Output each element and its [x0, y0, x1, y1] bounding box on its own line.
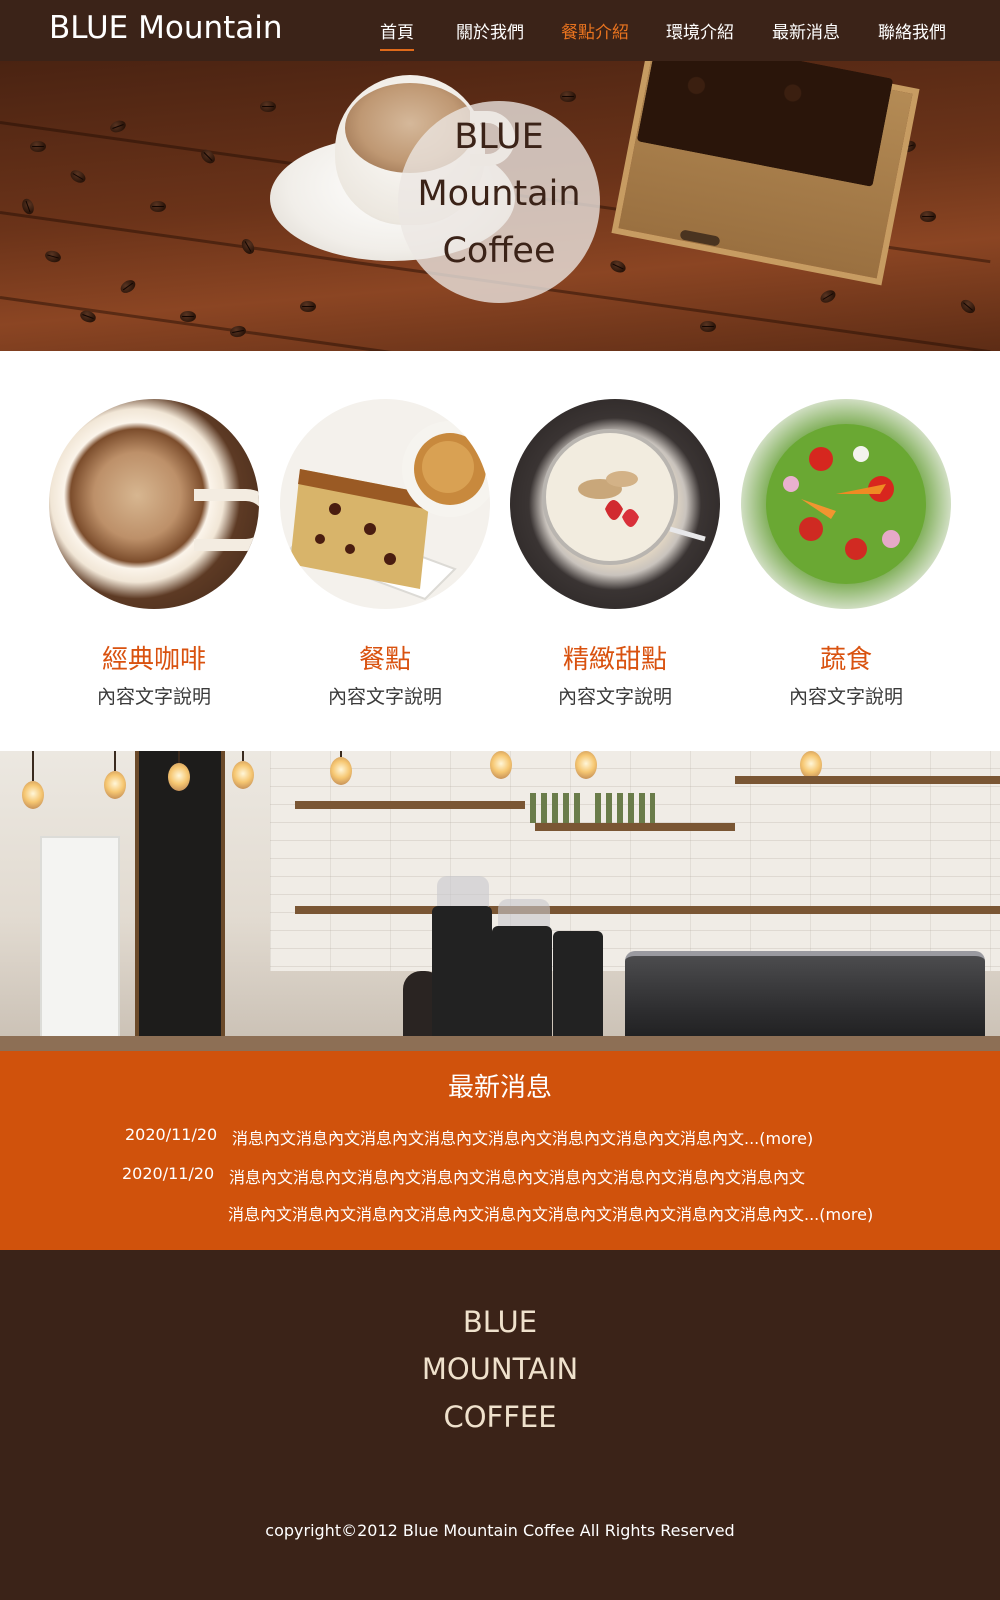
service-image-dessert[interactable]: [510, 399, 720, 609]
bottles: [530, 793, 585, 823]
service-desc-dessert: 內容文字說明: [557, 686, 672, 708]
coffee-bean: [700, 321, 716, 332]
wall-shelf: [295, 906, 1000, 914]
coffee-bean: [260, 101, 276, 112]
light-bulb: [168, 763, 190, 791]
light-bulb: [800, 751, 822, 779]
bulb-cord: [178, 751, 180, 763]
copyright-text: copyright©2012 Blue Mountain Coffee All …: [265, 1521, 735, 1540]
light-bulb: [104, 771, 126, 799]
service-title-coffee: 經典咖啡: [101, 645, 206, 675]
yogurt-bowl-icon: [542, 429, 706, 565]
footer-logo-line-3: COFFEE: [443, 1400, 557, 1434]
light-bulb: [232, 761, 254, 789]
hero-banner: BLUE Mountain Coffee: [0, 61, 1000, 351]
light-bulb: [490, 751, 512, 779]
nav-menu[interactable]: 餐點介紹: [561, 18, 629, 43]
wood-plank-line: [0, 296, 991, 351]
news-more-link[interactable]: (more): [759, 1129, 813, 1148]
coffee-bean: [108, 118, 128, 135]
news-section: 最新消息 2020/11/20 消息內文消息內文消息內文消息內文消息內文消息內文…: [0, 1051, 1000, 1250]
news-item-text: 消息內文消息內文消息內文消息內文消息內文消息內文消息內文消息內文...(more…: [232, 1125, 813, 1149]
bottles: [595, 793, 655, 823]
hero-title-line-3: Coffee: [442, 231, 556, 271]
news-date: 2020/11/20: [125, 1125, 218, 1144]
coffee-grinder: [492, 926, 552, 1051]
nav-home[interactable]: 首頁: [380, 18, 414, 51]
door: [40, 836, 120, 1051]
service-image-vegetarian[interactable]: [741, 399, 951, 609]
brick-wall: [270, 751, 1000, 971]
cake-photo-icon: [288, 421, 490, 601]
coffee-bean: [608, 258, 628, 275]
top-navbar: BLUE Mountain 首頁 關於我們 餐點介紹 環境介紹 最新消息 聯絡我…: [0, 0, 1000, 61]
news-item-text: 消息內文消息內文消息內文消息內文消息內文消息內文消息內文消息內文消息內文...(…: [228, 1201, 873, 1225]
coffee-bean: [150, 201, 166, 212]
coffee-bean: [180, 311, 196, 322]
light-bulb: [22, 781, 44, 809]
news-date: 2020/11/20: [122, 1164, 215, 1183]
nav-contact[interactable]: 聯絡我們: [878, 18, 946, 43]
service-image-coffee[interactable]: [49, 399, 259, 609]
service-desc-coffee: 內容文字說明: [96, 686, 211, 708]
hero-title-line-1: BLUE: [454, 117, 544, 157]
bulb-cord: [242, 751, 244, 761]
wall-shelf: [295, 801, 525, 809]
cafe-interior-photo: [0, 751, 1000, 1051]
nav-about[interactable]: 關於我們: [456, 18, 524, 43]
light-bulb: [575, 751, 597, 779]
salad-photo-icon: [766, 424, 926, 584]
footer-logo-line-1: BLUE: [462, 1305, 538, 1339]
brand-logo[interactable]: BLUE Mountain: [49, 10, 283, 46]
news-more-link[interactable]: (more): [819, 1205, 873, 1224]
wall-shelf: [535, 823, 735, 831]
service-title-vegetarian: 蔬食: [819, 645, 872, 675]
coffee-bean: [300, 301, 316, 312]
footer-logo-line-2: MOUNTAIN: [421, 1352, 579, 1386]
nav-news[interactable]: 最新消息: [772, 18, 840, 43]
service-desc-vegetarian: 內容文字說明: [788, 686, 903, 708]
news-item-line: 消息內文消息內文消息內文消息內文消息內文消息內文消息內文消息內文消息內文: [229, 1168, 806, 1187]
coffee-bean: [20, 197, 36, 216]
coffee-bean: [118, 277, 138, 296]
service-image-meal[interactable]: [280, 399, 490, 609]
chalkboard-menu: [135, 751, 225, 1051]
coffee-bean: [560, 91, 576, 102]
service-title-dessert: 精緻甜點: [562, 645, 667, 675]
bulb-cord: [32, 751, 34, 781]
coffee-bean: [239, 236, 257, 257]
coffee-bean: [818, 287, 838, 306]
coffee-bean: [68, 167, 88, 186]
light-bulb: [330, 757, 352, 785]
news-item-line: 消息內文消息內文消息內文消息內文消息內文消息內文消息內文消息內文消息內文...: [228, 1205, 820, 1224]
coffee-bean: [43, 249, 63, 264]
nav-environment[interactable]: 環境介紹: [666, 18, 734, 43]
coffee-bean: [229, 324, 247, 339]
service-desc-meal: 內容文字說明: [327, 686, 442, 708]
counter: [0, 1036, 1000, 1051]
coffee-grinder: [553, 931, 603, 1051]
hero-title-line-2: Mountain: [417, 174, 581, 214]
bulb-cord: [114, 751, 116, 771]
coffee-bean: [958, 297, 978, 316]
news-heading: 最新消息: [447, 1073, 552, 1103]
site-footer: BLUE MOUNTAIN COFFEE copyright©2012 Blue…: [0, 1250, 1000, 1600]
news-item-line: 消息內文消息內文消息內文消息內文消息內文消息內文消息內文消息內文...: [232, 1129, 760, 1148]
service-title-meal: 餐點: [358, 645, 411, 675]
coffee-grinder: [432, 906, 492, 1051]
coffee-bean: [30, 141, 46, 152]
wall-shelf: [735, 776, 1000, 784]
coffee-bean: [920, 211, 936, 222]
